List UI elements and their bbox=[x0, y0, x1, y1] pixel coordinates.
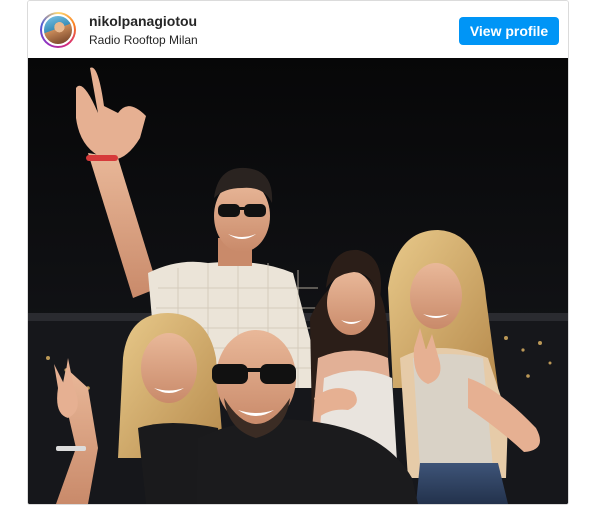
location-link[interactable]: Radio Rooftop Milan bbox=[89, 32, 198, 48]
post-photo[interactable] bbox=[28, 58, 568, 504]
username-link[interactable]: nikolpanagiotou bbox=[89, 13, 198, 30]
post-header: nikolpanagiotou Radio Rooftop Milan View… bbox=[28, 1, 568, 58]
instagram-embed-card: nikolpanagiotou Radio Rooftop Milan View… bbox=[27, 0, 569, 505]
view-profile-button[interactable]: View profile bbox=[459, 17, 559, 45]
profile-avatar-icon[interactable] bbox=[42, 14, 74, 46]
group-photo-image bbox=[28, 58, 568, 504]
avatar-story-ring[interactable] bbox=[40, 12, 76, 48]
user-info: nikolpanagiotou Radio Rooftop Milan bbox=[89, 13, 198, 48]
